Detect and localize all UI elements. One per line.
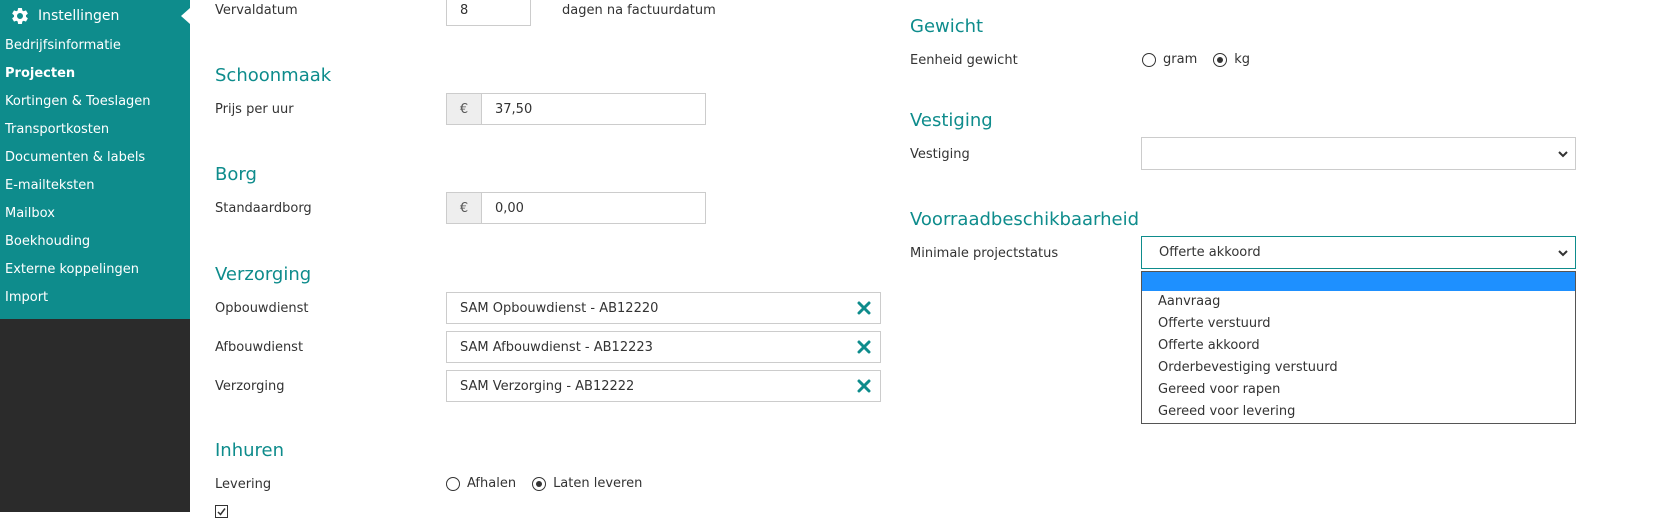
sidebar-title: Instellingen	[38, 8, 120, 24]
prijs-per-uur-label: Prijs per uur	[215, 102, 294, 117]
sidebar-item-boekhouding[interactable]: Boekhouding	[0, 228, 190, 256]
sidebar-item-documenten-labels[interactable]: Documenten & labels	[0, 144, 190, 172]
currency-addon: €	[447, 94, 482, 124]
sidebar-item-projecten[interactable]: Projecten	[0, 60, 190, 88]
afbouwdienst-label: Afbouwdienst	[215, 340, 304, 355]
verzorging-label: Verzorging	[215, 379, 285, 394]
prijs-per-uur-input[interactable]: € 37,50	[446, 93, 706, 125]
clear-icon[interactable]	[854, 376, 874, 396]
sidebar-item-mailbox[interactable]: Mailbox	[0, 200, 190, 228]
sidebar-item-transportkosten[interactable]: Transportkosten	[0, 116, 190, 144]
standaardborg-label: Standaardborg	[215, 201, 312, 216]
laten-leveren-label[interactable]: Laten leveren	[553, 476, 642, 491]
section-title-schoonmaak: Schoonmaak	[215, 65, 332, 86]
standaardborg-value: 0,00	[495, 200, 524, 216]
minimale-projectstatus-value: Offerte akkoord	[1159, 245, 1261, 260]
checkbox-partial[interactable]	[215, 505, 228, 520]
dropdown-option[interactable]: Offerte verstuurd	[1142, 313, 1575, 335]
vestiging-select[interactable]	[1141, 137, 1576, 170]
sidebar-item-externe-koppelingen[interactable]: Externe koppelingen	[0, 256, 190, 284]
vervaldatum-label: Vervaldatum	[215, 3, 298, 18]
vestiging-label: Vestiging	[910, 147, 970, 162]
minimale-projectstatus-label: Minimale projectstatus	[910, 246, 1059, 261]
dropdown-option[interactable]: Orderbevestiging verstuurd	[1142, 357, 1575, 379]
afhalen-label[interactable]: Afhalen	[467, 476, 516, 491]
afbouwdienst-value: SAM Afbouwdienst - AB12223	[460, 339, 653, 355]
sidebar: Instellingen Bedrijfsinformatie Projecte…	[0, 0, 190, 512]
sidebar-menu: Bedrijfsinformatie Projecten Kortingen &…	[0, 32, 190, 319]
section-title-inhuren: Inhuren	[215, 440, 285, 461]
sidebar-item-e-mailteksten[interactable]: E-mailteksten	[0, 172, 190, 200]
dropdown-option-empty[interactable]	[1142, 272, 1575, 291]
sidebar-item-bedrijfsinformatie[interactable]: Bedrijfsinformatie	[0, 32, 190, 60]
clear-icon[interactable]	[854, 298, 874, 318]
gram-radio[interactable]	[1142, 52, 1156, 67]
gewicht-radio-group: gram kg	[1142, 52, 1266, 67]
opbouwdienst-value: SAM Opbouwdienst - AB12220	[460, 300, 659, 316]
opbouwdienst-select[interactable]: SAM Opbouwdienst - AB12220	[446, 292, 881, 324]
verzorging-value: SAM Verzorging - AB12222	[460, 378, 635, 394]
kg-label[interactable]: kg	[1234, 52, 1250, 67]
levering-radio-group: Afhalen Laten leveren	[446, 476, 658, 491]
standaardborg-input[interactable]: € 0,00	[446, 192, 706, 224]
dropdown-option[interactable]: Aanvraag	[1142, 291, 1575, 313]
sidebar-item-kortingen-toeslagen[interactable]: Kortingen & Toeslagen	[0, 88, 190, 116]
prijs-per-uur-value: 37,50	[495, 101, 533, 117]
dropdown-option[interactable]: Gereed voor levering	[1142, 401, 1575, 423]
section-title-voorraadbeschikbaarheid: Voorraadbeschikbaarheid	[910, 209, 1139, 230]
currency-addon: €	[447, 193, 482, 223]
levering-label: Levering	[215, 477, 272, 492]
afbouwdienst-select[interactable]: SAM Afbouwdienst - AB12223	[446, 331, 881, 363]
gram-label[interactable]: gram	[1163, 52, 1197, 67]
gear-icon	[12, 7, 28, 24]
chevron-down-icon	[1558, 249, 1568, 256]
vervaldatum-input[interactable]: 8	[446, 0, 531, 26]
kg-radio[interactable]	[1213, 52, 1228, 67]
afhalen-radio[interactable]	[446, 476, 460, 491]
eenheid-gewicht-label: Eenheid gewicht	[910, 53, 1018, 68]
opbouwdienst-label: Opbouwdienst	[215, 301, 309, 316]
dropdown-option[interactable]: Gereed voor rapen	[1142, 379, 1575, 401]
section-title-borg: Borg	[215, 164, 257, 185]
section-title-verzorging: Verzorging	[215, 264, 312, 285]
vervaldatum-value: 8	[460, 2, 469, 18]
verzorging-select[interactable]: SAM Verzorging - AB12222	[446, 370, 881, 402]
dropdown-option[interactable]: Offerte akkoord	[1142, 335, 1575, 357]
sidebar-item-import[interactable]: Import	[0, 284, 190, 312]
clear-icon[interactable]	[854, 337, 874, 357]
chevron-down-icon	[1558, 150, 1568, 157]
laten-leveren-radio[interactable]	[532, 476, 547, 491]
vervaldatum-suffix: dagen na factuurdatum	[562, 3, 716, 18]
minimale-projectstatus-select[interactable]: Offerte akkoord	[1141, 236, 1576, 269]
projectstatus-dropdown-list: Aanvraag Offerte verstuurd Offerte akkoo…	[1141, 271, 1576, 424]
sidebar-header[interactable]: Instellingen	[0, 0, 190, 32]
section-title-vestiging: Vestiging	[910, 110, 993, 131]
section-title-gewicht: Gewicht	[910, 16, 984, 37]
